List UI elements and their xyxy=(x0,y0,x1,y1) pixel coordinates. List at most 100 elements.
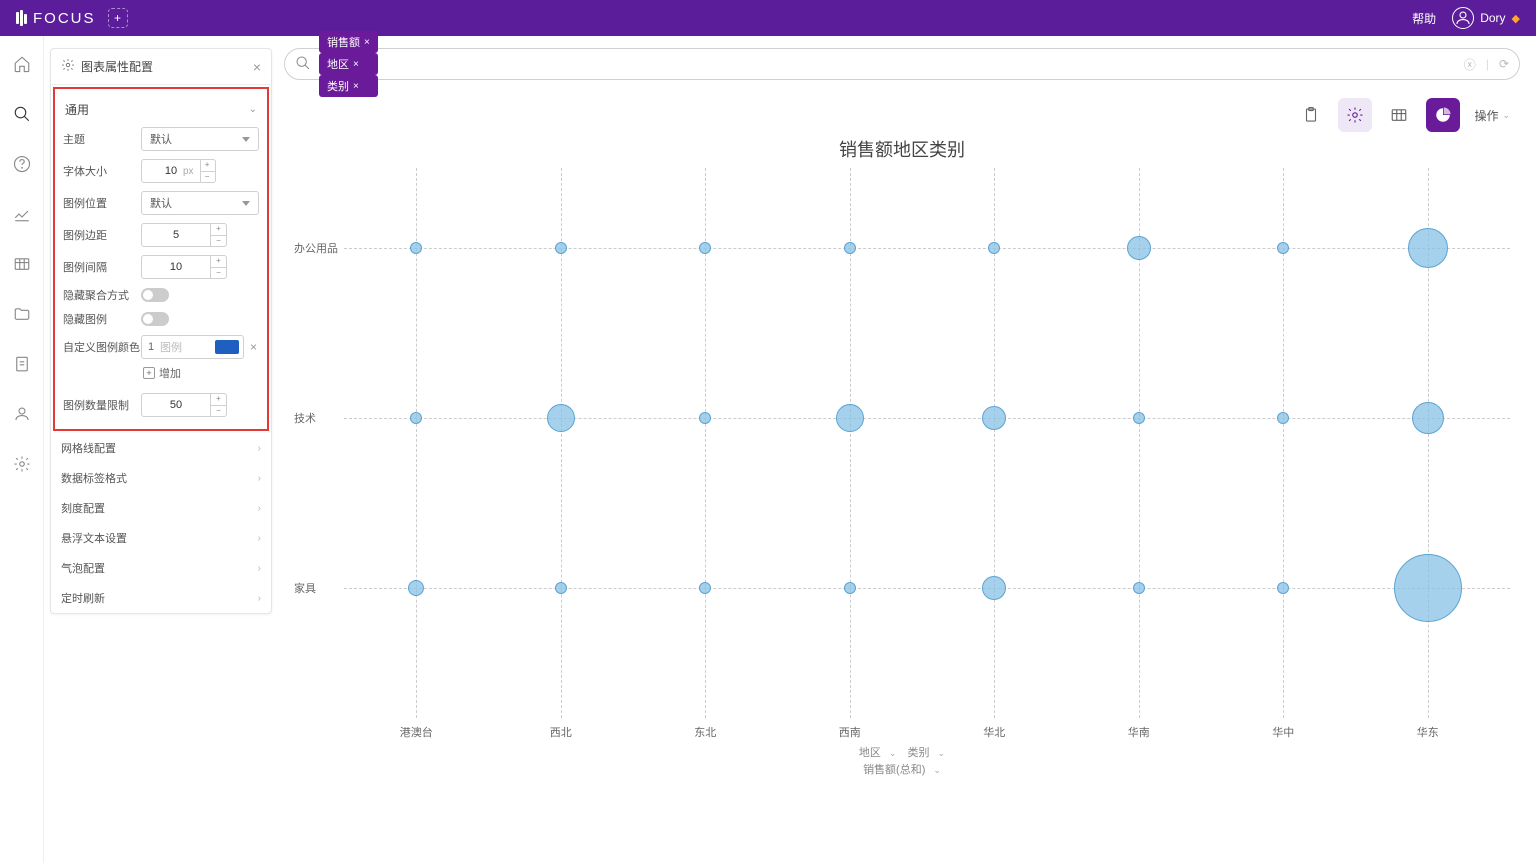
x-axis-label: 西南 xyxy=(839,724,861,740)
bubble-point[interactable] xyxy=(408,580,424,596)
bubble-point[interactable] xyxy=(1408,228,1448,268)
legend-gap-input[interactable] xyxy=(141,255,211,279)
hide-agg-row: 隐藏聚合方式 xyxy=(61,283,261,307)
color-input[interactable]: 1 图例 xyxy=(141,335,244,359)
gridline-h xyxy=(344,418,1510,419)
custom-color-row: 自定义图例颜色 1 图例 × xyxy=(61,331,261,363)
chart-title: 销售额地区类别 xyxy=(284,136,1520,162)
section-general-header[interactable]: 通用 ⌄ xyxy=(61,95,261,123)
rail-settings[interactable] xyxy=(6,448,38,480)
legend-limit-input[interactable] xyxy=(141,393,211,417)
new-tab-button[interactable]: + xyxy=(108,8,128,28)
legend-position-label: 图例位置 xyxy=(63,195,141,211)
section-刻度配置[interactable]: 刻度配置› xyxy=(51,493,271,523)
query-pill[interactable]: 类别× xyxy=(319,75,378,97)
bubble-point[interactable] xyxy=(1412,402,1444,434)
section-数据标签格式[interactable]: 数据标签格式› xyxy=(51,463,271,493)
theme-select[interactable]: 默认 xyxy=(141,127,259,151)
bubble-point[interactable] xyxy=(699,242,711,254)
refresh-query-button[interactable]: ⟳ xyxy=(1499,57,1509,71)
rail-data[interactable] xyxy=(6,348,38,380)
x-axis-label: 华北 xyxy=(983,724,1005,740)
bubble-point[interactable] xyxy=(1133,582,1145,594)
custom-color-label: 自定义图例颜色 xyxy=(63,339,141,355)
theme-row: 主题 默认 xyxy=(61,123,261,155)
bubble-point[interactable] xyxy=(699,412,711,424)
bubble-point[interactable] xyxy=(988,242,1000,254)
footer-dim1[interactable]: 地区 xyxy=(859,747,881,759)
add-color-button[interactable]: + 增加 xyxy=(61,363,261,383)
hide-legend-row: 隐藏图例 xyxy=(61,307,261,331)
bubble-point[interactable] xyxy=(1277,242,1289,254)
panel-close-button[interactable]: × xyxy=(253,59,261,75)
topbar: FOCUS + 帮助 Dory ◆ xyxy=(0,0,1536,36)
query-pill[interactable]: 地区× xyxy=(319,53,378,75)
bubble-point[interactable] xyxy=(1133,412,1145,424)
section-网格线配置[interactable]: 网格线配置› xyxy=(51,433,271,463)
color-index: 1 xyxy=(146,341,156,353)
legend-margin-input[interactable] xyxy=(141,223,211,247)
font-size-spinner[interactable]: +− xyxy=(200,159,216,183)
legend-position-select[interactable]: 默认 xyxy=(141,191,259,215)
legend-limit-row: 图例数量限制 +− xyxy=(61,389,261,421)
pill-remove-icon[interactable]: × xyxy=(364,37,370,48)
help-link[interactable]: 帮助 xyxy=(1412,10,1436,27)
hide-agg-toggle[interactable] xyxy=(141,288,169,302)
gridline-h xyxy=(344,588,1510,589)
bubble-point[interactable] xyxy=(844,582,856,594)
rail-user[interactable] xyxy=(6,398,38,430)
chart-config-panel: 图表属性配置 × 通用 ⌄ 主题 默认 字体大小 px +− 图例位置 默认 图… xyxy=(50,48,272,614)
chevron-right-icon: › xyxy=(258,503,261,514)
footer-dim2[interactable]: 类别 xyxy=(908,747,930,759)
bubble-point[interactable] xyxy=(836,404,864,432)
bubble-point[interactable] xyxy=(547,404,575,432)
legend-margin-spinner[interactable]: +− xyxy=(211,223,227,247)
tool-clipboard[interactable] xyxy=(1294,98,1328,132)
legend-position-row: 图例位置 默认 xyxy=(61,187,261,219)
user-icon xyxy=(1452,7,1474,29)
query-pill[interactable]: 销售额× xyxy=(319,31,378,53)
color-swatch[interactable] xyxy=(215,340,239,354)
bubble-point[interactable] xyxy=(982,406,1006,430)
bubble-point[interactable] xyxy=(1127,236,1151,260)
bubble-point[interactable] xyxy=(555,242,567,254)
legend-limit-spinner[interactable]: +− xyxy=(211,393,227,417)
section-定时刷新[interactable]: 定时刷新› xyxy=(51,583,271,613)
operate-button[interactable]: 操作 ⌄ xyxy=(1470,107,1514,124)
y-axis-label: 技术 xyxy=(294,410,316,426)
legend-gap-label: 图例间隔 xyxy=(63,259,141,275)
section-气泡配置[interactable]: 气泡配置› xyxy=(51,553,271,583)
font-size-input[interactable] xyxy=(141,159,201,183)
rail-chart[interactable] xyxy=(6,198,38,230)
x-axis-label: 港澳台 xyxy=(400,724,433,740)
legend-gap-spinner[interactable]: +− xyxy=(211,255,227,279)
tool-chart-type[interactable] xyxy=(1426,98,1460,132)
bubble-point[interactable] xyxy=(410,242,422,254)
rail-table[interactable] xyxy=(6,248,38,280)
pill-remove-icon[interactable]: × xyxy=(353,59,359,70)
bubble-point[interactable] xyxy=(410,412,422,424)
color-remove-button[interactable]: × xyxy=(248,340,259,354)
pill-remove-icon[interactable]: × xyxy=(353,81,359,92)
tool-table[interactable] xyxy=(1382,98,1416,132)
clear-query-button[interactable]: ⓧ xyxy=(1464,56,1476,73)
bubble-point[interactable] xyxy=(555,582,567,594)
bubble-point[interactable] xyxy=(982,576,1006,600)
rail-folder[interactable] xyxy=(6,298,38,330)
bubble-point[interactable] xyxy=(1394,554,1462,622)
user-menu[interactable]: Dory ◆ xyxy=(1452,7,1520,29)
rail-search[interactable] xyxy=(6,98,38,130)
section-悬浮文本设置[interactable]: 悬浮文本设置› xyxy=(51,523,271,553)
app-name: FOCUS xyxy=(33,10,96,27)
rail-help[interactable] xyxy=(6,148,38,180)
bubble-point[interactable] xyxy=(1277,412,1289,424)
app-logo[interactable]: FOCUS xyxy=(16,10,96,27)
footer-measure[interactable]: 销售额(总和) xyxy=(863,764,925,776)
hide-legend-toggle[interactable] xyxy=(141,312,169,326)
query-bar[interactable]: 销售额×地区×类别× ⓧ | ⟳ xyxy=(284,48,1520,80)
bubble-point[interactable] xyxy=(699,582,711,594)
bubble-point[interactable] xyxy=(1277,582,1289,594)
bubble-point[interactable] xyxy=(844,242,856,254)
tool-settings[interactable] xyxy=(1338,98,1372,132)
rail-home[interactable] xyxy=(6,48,38,80)
